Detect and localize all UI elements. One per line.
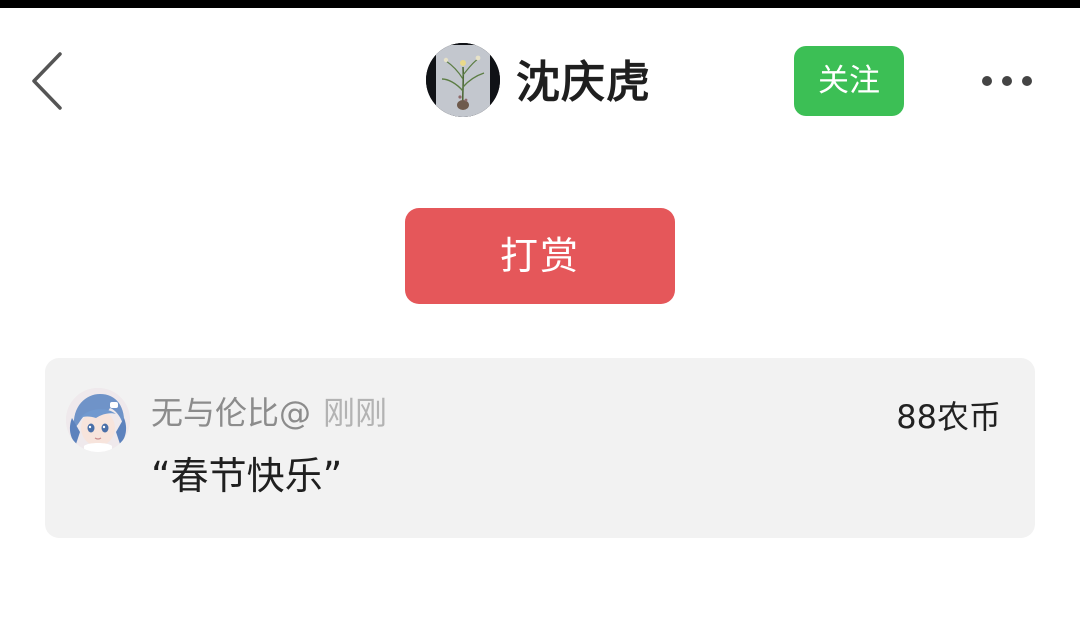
tip-button[interactable]: 打赏 bbox=[405, 208, 675, 304]
anime-avatar-image bbox=[66, 388, 130, 452]
tip-time: 刚刚 bbox=[323, 394, 388, 432]
chevron-left-icon bbox=[32, 52, 62, 110]
author-name: 沈庆虎 bbox=[516, 57, 651, 108]
status-bar bbox=[0, 0, 1080, 8]
plant-painting-image bbox=[426, 43, 500, 117]
back-button[interactable] bbox=[22, 46, 78, 116]
follow-button[interactable]: 关注 bbox=[794, 46, 904, 116]
more-dots-icon bbox=[982, 76, 1032, 86]
tip-record-card: 无与伦比@ 刚刚 88农币 “春节快乐” bbox=[45, 358, 1035, 538]
tip-amount: 88农币 bbox=[896, 398, 1001, 436]
tip-message: “春节快乐” bbox=[151, 454, 343, 498]
author-avatar[interactable] bbox=[426, 43, 500, 117]
tipper-avatar[interactable] bbox=[66, 388, 130, 452]
tipper-name[interactable]: 无与伦比@ bbox=[151, 394, 311, 432]
tip-meta: 无与伦比@ 刚刚 bbox=[151, 390, 387, 436]
more-options-button[interactable] bbox=[976, 60, 1038, 102]
